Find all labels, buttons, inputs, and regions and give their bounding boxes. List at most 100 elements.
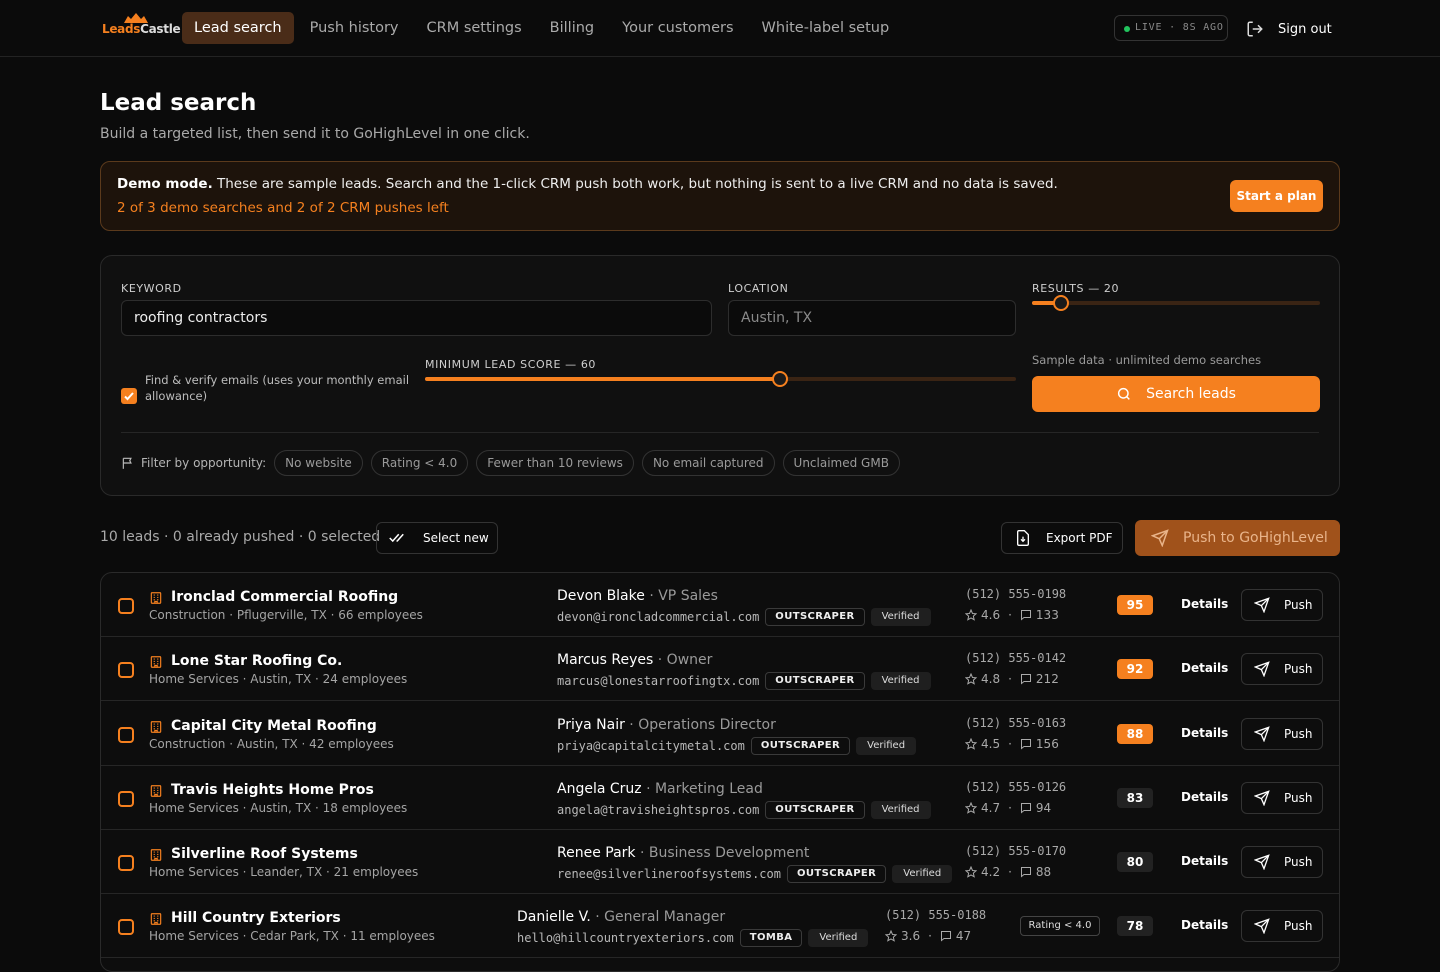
brand-logo[interactable]: LeadsCastle xyxy=(102,13,181,42)
location-input[interactable]: Austin, TX xyxy=(728,300,1016,336)
sign-out-button[interactable]: Sign out xyxy=(1246,18,1332,40)
lead-row[interactable]: Silverline Roof Systems Home Services · L… xyxy=(101,830,1339,894)
lead-row[interactable]: Ironclad Commercial Roofing Construction … xyxy=(101,573,1339,637)
email-source-badge: TOMBA xyxy=(739,929,803,947)
contact-email-group: marcus@lonestarroofingtx.com OUTSCRAPER Ve… xyxy=(557,672,931,690)
min-score-slider-handle[interactable] xyxy=(771,371,788,387)
results-slider[interactable] xyxy=(1032,295,1320,311)
lead-select-checkbox[interactable] xyxy=(118,791,134,807)
push-to-gohighlevel-button[interactable]: Push to GoHighLevel xyxy=(1135,520,1340,556)
lead-row[interactable]: Lone Star Roofing Co. Home Services · Aus… xyxy=(101,637,1339,701)
comment-icon xyxy=(1020,803,1031,814)
company-name: Hill Country Exteriors xyxy=(171,910,341,926)
double-check-icon xyxy=(389,533,404,543)
lead-score-badge: 88 xyxy=(1117,724,1153,744)
verified-badge: Verified xyxy=(856,737,917,755)
comment-icon xyxy=(1020,674,1031,685)
tab-push-history[interactable]: Push history xyxy=(298,12,411,44)
lead-score-badge: 95 xyxy=(1117,595,1153,615)
details-button[interactable]: Details xyxy=(1181,726,1228,740)
star-icon xyxy=(965,738,977,750)
push-button[interactable]: Push xyxy=(1241,910,1323,942)
contact-email[interactable]: hello@hillcountryexteriors.com xyxy=(517,931,734,945)
lead-row[interactable]: Travis Heights Home Pros Home Services · … xyxy=(101,766,1339,830)
contact-role: · General Manager xyxy=(590,909,726,925)
contact-name: Devon Blake · VP Sales xyxy=(557,588,718,604)
rating-reviews: 4.5 · 156 xyxy=(965,737,1059,751)
company-name: Capital City Metal Roofing xyxy=(171,718,377,734)
contact-phone: (512) 555-0170 xyxy=(965,844,1067,858)
details-button[interactable]: Details xyxy=(1181,790,1228,804)
contact-name: Marcus Reyes · Owner xyxy=(557,652,712,668)
lead-select-checkbox[interactable] xyxy=(118,662,134,678)
search-leads-button[interactable]: Search leads xyxy=(1032,376,1320,412)
company-meta: Home Services · Leander, TX · 21 employe… xyxy=(149,865,419,879)
push-label: Push xyxy=(1284,919,1313,933)
push-button[interactable]: Push xyxy=(1241,653,1323,685)
send-icon xyxy=(1254,790,1270,806)
email-verify-checkbox[interactable] xyxy=(121,388,137,404)
filter-chip-unclaimed-gmb[interactable]: Unclaimed GMB xyxy=(782,450,900,476)
send-icon xyxy=(1254,854,1270,870)
details-button[interactable]: Details xyxy=(1181,597,1228,611)
filter-chip-few-reviews[interactable]: Fewer than 10 reviews xyxy=(476,450,634,476)
details-button[interactable]: Details xyxy=(1181,661,1228,675)
search-icon xyxy=(1118,387,1130,400)
tab-billing[interactable]: Billing xyxy=(538,12,606,44)
lead-count-summary: 10 leads · 0 already pushed · 0 selected xyxy=(100,529,381,545)
lead-select-checkbox[interactable] xyxy=(118,919,134,935)
tab-your-customers[interactable]: Your customers xyxy=(610,12,745,44)
lead-select-checkbox[interactable] xyxy=(118,598,134,614)
building-icon xyxy=(149,590,163,609)
export-pdf-button[interactable]: Export PDF xyxy=(1001,522,1123,554)
contact-email[interactable]: marcus@lonestarroofingtx.com xyxy=(557,674,759,688)
contact-role: · Business Development xyxy=(635,845,810,861)
contact-name: Renee Park · Business Development xyxy=(557,845,809,861)
send-icon xyxy=(1254,661,1270,677)
search-leads-label: Search leads xyxy=(1146,386,1236,402)
select-new-button[interactable]: Select new xyxy=(376,522,498,554)
contact-phone: (512) 555-0188 xyxy=(885,908,987,922)
push-button[interactable]: Push xyxy=(1241,718,1323,750)
contact-email-group: angela@travisheightspros.com OUTSCRAPER Ve… xyxy=(557,801,931,819)
opportunity-badge: Rating < 4.0 xyxy=(1020,916,1100,936)
lead-select-checkbox[interactable] xyxy=(118,727,134,743)
contact-email[interactable]: priya@capitalcitymetal.com xyxy=(557,739,745,753)
contact-email[interactable]: devon@ironcladcommercial.com xyxy=(557,610,759,624)
building-icon xyxy=(149,719,163,738)
lead-row[interactable]: Hill Country Exteriors Home Services · Ce… xyxy=(101,894,1339,958)
review-count: 156 xyxy=(1035,737,1059,751)
tab-crm-settings[interactable]: CRM settings xyxy=(415,12,534,44)
building-icon xyxy=(149,783,163,802)
page-title: Lead search xyxy=(100,90,257,116)
demo-mode-label: Demo mode. xyxy=(117,176,213,192)
filter-chip-no-website[interactable]: No website xyxy=(274,450,363,476)
tab-lead-search[interactable]: Lead search xyxy=(182,12,294,44)
details-button[interactable]: Details xyxy=(1181,854,1228,868)
start-plan-button[interactable]: Start a plan xyxy=(1230,180,1323,212)
push-button[interactable]: Push xyxy=(1241,589,1323,621)
contact-email[interactable]: renee@silverlineroofsystems.com xyxy=(557,867,781,881)
review-count: 133 xyxy=(1035,608,1059,622)
rating-value: 4.6 xyxy=(981,608,1001,622)
rating-reviews: 3.6 · 47 xyxy=(885,929,971,943)
comment-icon xyxy=(1020,610,1031,621)
min-score-slider[interactable] xyxy=(425,371,1016,387)
push-button[interactable]: Push xyxy=(1241,846,1323,878)
filter-chip-low-rating[interactable]: Rating < 4.0 xyxy=(370,450,469,476)
contact-phone: (512) 555-0163 xyxy=(965,716,1067,730)
results-slider-handle[interactable] xyxy=(1052,295,1069,311)
filter-chip-no-email[interactable]: No email captured xyxy=(641,450,775,476)
push-to-gohighlevel-label: Push to GoHighLevel xyxy=(1183,530,1328,546)
building-icon xyxy=(149,911,163,930)
comment-icon xyxy=(1020,739,1031,750)
details-button[interactable]: Details xyxy=(1181,918,1228,932)
push-label: Push xyxy=(1284,791,1313,805)
company-name: Ironclad Commercial Roofing xyxy=(171,589,399,605)
tab-white-label-setup[interactable]: White-label setup xyxy=(750,12,902,44)
keyword-input[interactable]: roofing contractors xyxy=(121,300,712,336)
lead-select-checkbox[interactable] xyxy=(118,855,134,871)
contact-email[interactable]: angela@travisheightspros.com xyxy=(557,803,759,817)
push-button[interactable]: Push xyxy=(1241,782,1323,814)
lead-row[interactable]: Capital City Metal Roofing Construction ·… xyxy=(101,702,1339,766)
